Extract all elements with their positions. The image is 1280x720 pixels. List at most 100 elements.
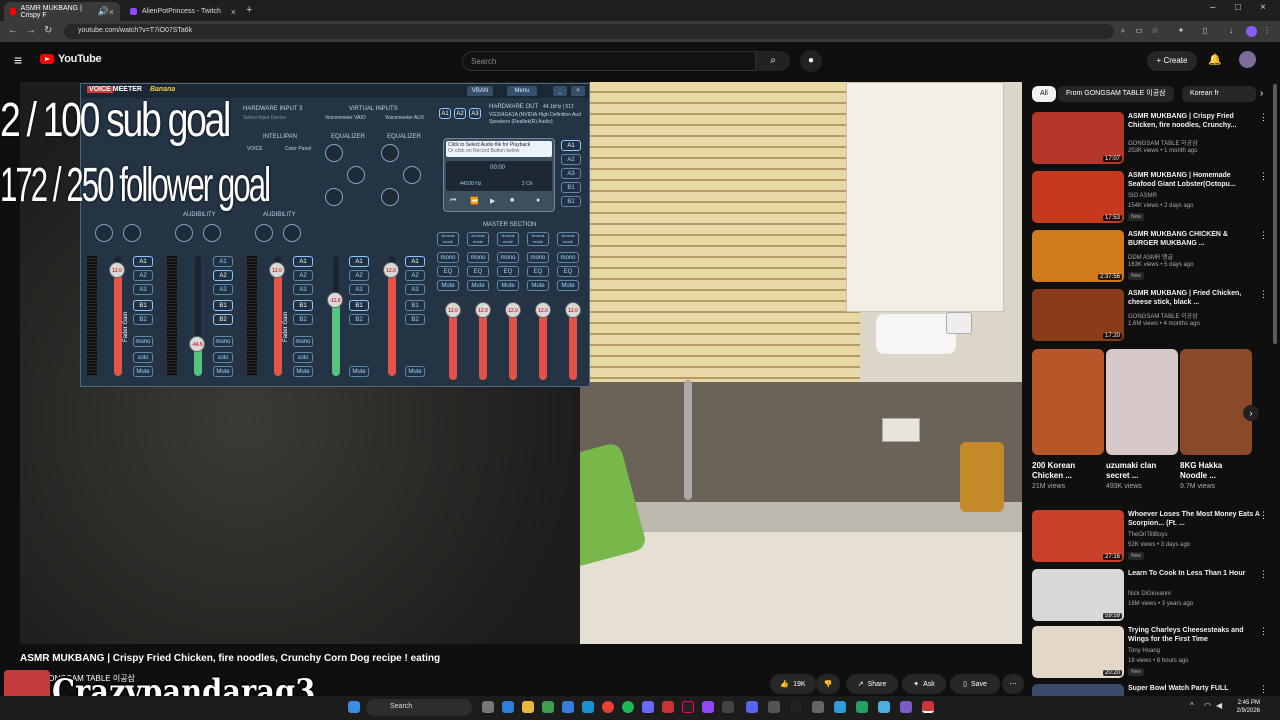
short-item[interactable]: uzumaki clan secret ... 493K views — [1106, 349, 1178, 499]
gate-knob[interactable] — [203, 224, 221, 242]
forward-icon[interactable]: → — [26, 25, 36, 36]
close-window-icon[interactable]: × — [1260, 2, 1266, 13]
bus-a3-button[interactable]: A3 — [133, 284, 153, 295]
menu-button[interactable]: Menu — [507, 86, 537, 96]
short-item[interactable]: 8KG Hakka Noodle ... 9.7M views — [1180, 349, 1252, 499]
wifi-icon[interactable]: ◠ — [1204, 701, 1211, 710]
vban-button[interactable]: VBAN — [467, 86, 493, 96]
twitch-icon[interactable] — [702, 701, 714, 713]
bus-b2-button[interactable]: B2 — [293, 314, 313, 325]
minimize-icon[interactable]: – — [1210, 2, 1216, 13]
recommendation-item[interactable]: 17:07 ASMR MUKBANG | Crispy Fried Chicke… — [1032, 112, 1272, 166]
share-button[interactable]: ↗ Share — [846, 674, 898, 694]
more-options-icon[interactable]: ⋮ — [1259, 626, 1268, 637]
chip-from-channel[interactable]: From GONGSAM TABLE 이공삼 — [1058, 86, 1174, 102]
bus-a1-button[interactable]: A1 — [293, 256, 313, 267]
comp-knob[interactable] — [95, 224, 113, 242]
master-mute-button[interactable]: Mute — [467, 280, 489, 291]
master-eq-button[interactable]: EQ — [437, 266, 459, 277]
master-mono-button[interactable]: mono — [527, 252, 549, 263]
zoom-icon[interactable]: ⌕ — [1118, 26, 1128, 36]
close-vm-icon[interactable]: × — [571, 86, 585, 96]
mute-button[interactable]: Mute — [213, 366, 233, 377]
fader-knob[interactable]: 12.0 — [109, 262, 125, 278]
bus-a1-button[interactable]: A1 — [213, 256, 233, 267]
bus-a2-button[interactable]: A2 — [293, 270, 313, 281]
search-input[interactable]: Search — [462, 51, 756, 71]
more-options-icon[interactable]: ⋮ — [1259, 289, 1268, 300]
fader-knob[interactable]: 12.0 — [269, 262, 285, 278]
solo-button[interactable]: solo — [293, 352, 313, 363]
bass-knob[interactable] — [381, 188, 399, 206]
app-icon[interactable] — [900, 701, 912, 713]
bus-b2-button[interactable]: B2 — [349, 314, 369, 325]
out-a2-button[interactable]: A2 — [454, 108, 466, 119]
master-eq-button[interactable]: EQ — [467, 266, 489, 277]
search-button[interactable]: ⌕ — [756, 51, 790, 71]
file-explorer-icon[interactable] — [522, 701, 534, 713]
sidebar-icon[interactable]: ▯ — [1200, 26, 1210, 36]
url-field[interactable]: youtube.com/watch?v=T7iO07STa6k — [64, 24, 1114, 39]
color-panel-label[interactable]: Color Panel — [285, 146, 311, 152]
app-icon[interactable] — [722, 701, 734, 713]
more-options-icon[interactable]: ⋮ — [1259, 684, 1268, 695]
fader-knob[interactable]: 12.0 — [383, 262, 399, 278]
master-fader-knob[interactable]: 12.0 — [505, 302, 521, 318]
bookmark-star-icon[interactable]: ☆ — [1150, 26, 1160, 36]
hamburger-menu-icon[interactable]: ≡ — [14, 52, 22, 68]
taskbar-search[interactable]: Search — [366, 699, 472, 716]
app-icon[interactable] — [812, 701, 824, 713]
speaker-icon[interactable]: 🔊 — [98, 6, 109, 17]
hardware-out-device[interactable]: VG334GA1A (NVIDIA High Definition Aud — [489, 112, 581, 118]
back-icon[interactable]: ← — [8, 25, 18, 36]
mute-button[interactable]: Mute — [293, 366, 313, 377]
store-icon[interactable] — [542, 701, 554, 713]
spotify-icon[interactable] — [622, 701, 634, 713]
app-icon[interactable] — [768, 701, 780, 713]
master-fader-knob[interactable]: 12.0 — [475, 302, 491, 318]
mono-button[interactable]: mono — [293, 336, 313, 347]
notifications-bell-icon[interactable]: 🔔 — [1208, 53, 1222, 66]
app-icon[interactable] — [878, 701, 890, 713]
more-options-icon[interactable]: ⋮ — [1259, 569, 1268, 580]
volume-icon[interactable]: ◀ — [1216, 701, 1222, 710]
cast-icon[interactable]: ▭ — [1134, 26, 1144, 36]
app-icon[interactable] — [582, 701, 594, 713]
gate-knob[interactable] — [123, 224, 141, 242]
create-button[interactable]: + Create — [1147, 51, 1197, 71]
like-button[interactable]: 👍 19K — [770, 674, 816, 694]
bus-a2-button[interactable]: A2 — [405, 270, 425, 281]
player-play-icon[interactable]: ▶ — [490, 197, 495, 205]
master-mute-button[interactable]: Mute — [437, 280, 459, 291]
recommendation-item[interactable]: Super Bowl Watch Party FULL ⋮ — [1032, 684, 1272, 696]
mute-button[interactable]: Mute — [349, 366, 369, 377]
bus-b2-button[interactable]: B2 — [405, 314, 425, 325]
app-icon[interactable] — [562, 701, 574, 713]
tiktok-icon[interactable] — [682, 701, 694, 713]
close-tab-icon[interactable]: × — [231, 7, 236, 17]
page-scrollbar[interactable] — [1273, 84, 1277, 344]
profile-avatar[interactable] — [1246, 26, 1257, 37]
bus-b1-button[interactable]: B1 — [405, 300, 425, 311]
master-fader-knob[interactable]: 12.0 — [565, 302, 581, 318]
bus-b2-button[interactable]: B2 — [133, 314, 153, 325]
bus-a2-button[interactable]: A2 — [213, 270, 233, 281]
bus-b1-button[interactable]: B1 — [293, 300, 313, 311]
app-icon[interactable] — [642, 701, 654, 713]
master-mute-button[interactable]: Mute — [557, 280, 579, 291]
mute-button[interactable]: Mute — [133, 366, 153, 377]
recommendation-item[interactable]: 17:20 ASMR MUKBANG | Fried Chicken, chee… — [1032, 289, 1272, 343]
dislike-button[interactable]: 👎 — [816, 674, 840, 694]
master-eq-button[interactable]: EQ — [527, 266, 549, 277]
master-eq-button[interactable]: EQ — [557, 266, 579, 277]
comp-knob[interactable] — [175, 224, 193, 242]
widget-icon[interactable] — [502, 701, 514, 713]
bus-b1-button[interactable]: B1 — [213, 300, 233, 311]
normal-mode-button[interactable]: Normal mode — [467, 232, 489, 246]
treble-knob[interactable] — [381, 144, 399, 162]
mid-knob[interactable] — [347, 166, 365, 184]
master-mono-button[interactable]: mono — [497, 252, 519, 263]
out-a1-button[interactable]: A1 — [439, 108, 451, 119]
master-fader-knob[interactable]: 12.0 — [535, 302, 551, 318]
recommendation-item[interactable]: 59:59 Learn To Cook In Less Than 1 Hour … — [1032, 569, 1272, 623]
